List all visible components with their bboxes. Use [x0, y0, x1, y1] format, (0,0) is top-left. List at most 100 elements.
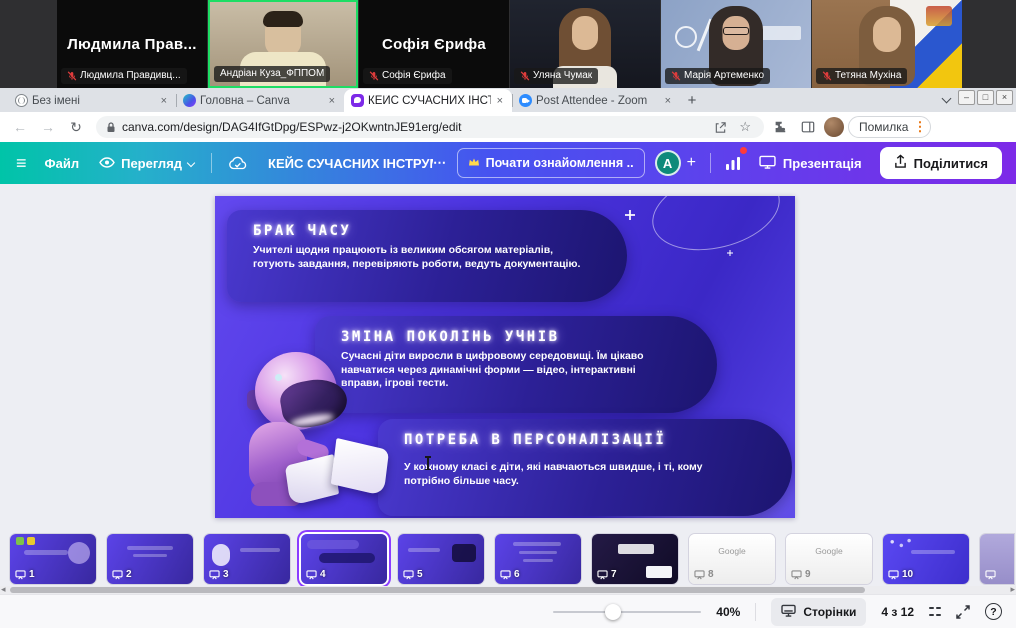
slide-thumbnail-11[interactable] [980, 534, 1014, 584]
add-member-button[interactable]: + [685, 148, 704, 178]
scroll-right-icon[interactable]: ▸ [1010, 584, 1015, 595]
zoom-app-icon [519, 94, 532, 107]
reload-icon[interactable]: ↻ [64, 115, 88, 139]
slide-thumbnail-10[interactable]: 10 [883, 534, 969, 584]
tab-close-icon[interactable]: × [495, 95, 505, 107]
canva-doc-icon [351, 94, 364, 107]
slide-thumbnail-2[interactable]: 2 [107, 534, 193, 584]
muted-mic-icon [671, 71, 681, 81]
card-body[interactable]: Учителі щодня працюють із великим обсяго… [253, 244, 581, 271]
participant-tile-active-speaker[interactable]: Андріан Куза_ФППОМ [208, 0, 358, 88]
tab-close-icon[interactable]: × [663, 95, 673, 107]
participant-name-tag: Уляна Чумак [514, 68, 598, 84]
notification-dot [740, 147, 747, 154]
upload-share-icon [894, 154, 907, 172]
scroll-left-icon[interactable]: ◂ [1, 584, 6, 595]
slide-thumbnail-5[interactable]: 5 [398, 534, 484, 584]
zoom-participant-strip: Людмила Прав... Людмила Правдивц... Андр… [0, 0, 1016, 88]
zoom-slider-thumb[interactable] [605, 604, 621, 620]
participant-tile[interactable]: Тетяна Мухіна [812, 0, 962, 88]
document-title[interactable]: КЕЙС СУЧАСНИХ ІНСТРУМЕНТ... [258, 148, 433, 178]
url-field[interactable]: canva.com/design/DAG4IfGtDpg/ESPwz-j2OKw… [96, 116, 764, 138]
view-menu-button[interactable]: Перегляд [89, 148, 205, 178]
url-text: canva.com/design/DAG4IfGtDpg/ESPwz-j2OKw… [122, 120, 705, 134]
bookmark-star-icon[interactable]: ☆ [736, 119, 754, 135]
browser-error-menu-button[interactable]: Помилка ⋮ [848, 116, 931, 138]
filmstrip-scrollbar[interactable]: ◂ ▸ [0, 586, 1016, 594]
slide-card-time[interactable]: БРАК ЧАСУ Учителі щодня працюють із вели… [227, 210, 627, 302]
background-logo [675, 26, 697, 48]
tab-close-icon[interactable]: × [159, 95, 169, 107]
open-book-illustration [287, 444, 391, 508]
share-button[interactable]: Поділитися [880, 147, 1002, 179]
muted-mic-icon [369, 71, 379, 81]
muted-mic-icon [67, 71, 77, 81]
slide-thumbnail-6[interactable]: 6 [495, 534, 581, 584]
slide-thumbnail-8[interactable]: Google 8 [689, 534, 775, 584]
pages-icon [781, 604, 796, 620]
slide-number-badge: 7 [597, 569, 617, 580]
text-cursor [423, 456, 432, 470]
card-body[interactable]: У кожному класі є діти, які навчаються ш… [404, 461, 746, 488]
participant-tile[interactable]: Софія Єрифа Софія Єрифа [359, 0, 509, 88]
page-indicator: 4 з 12 [881, 605, 914, 619]
decorative-ellipse [644, 196, 788, 263]
slide-thumbnail-9[interactable]: Google 9 [786, 534, 872, 584]
more-icon[interactable]: ⋯ [433, 155, 446, 171]
grid-view-icon[interactable] [929, 606, 941, 618]
slide-page[interactable]: БРАК ЧАСУ Учителі щодня працюють із вели… [215, 196, 795, 518]
globe-icon [15, 94, 28, 107]
insights-chart-button[interactable] [717, 148, 749, 178]
present-button[interactable]: Презентація [749, 148, 872, 178]
card-title[interactable]: БРАК ЧАСУ [253, 223, 581, 239]
slide-number-badge: 6 [500, 569, 520, 580]
window-restore-button[interactable]: □ [977, 90, 994, 105]
slide-thumbnail-3[interactable]: 3 [204, 534, 290, 584]
card-title[interactable]: ПОТРЕБА В ПЕРСОНАЛІЗАЦІЇ [404, 432, 746, 448]
hamburger-menu-icon[interactable]: ≡ [14, 148, 35, 178]
browser-profile-avatar[interactable] [824, 117, 844, 137]
onboarding-button[interactable]: Почати ознайомлення .. [457, 148, 645, 178]
window-minimize-button[interactable]: – [958, 90, 975, 105]
zoom-slider[interactable] [553, 611, 701, 613]
forward-icon[interactable]: → [36, 115, 60, 139]
participant-name-tag: Людмила Правдивц... [61, 68, 187, 84]
slide-card-personalization[interactable]: ПОТРЕБА В ПЕРСОНАЛІЗАЦІЇ У кожному класі… [378, 419, 792, 516]
lock-icon [106, 122, 116, 133]
tab-untitled[interactable]: Без імені × [8, 89, 176, 112]
back-icon[interactable]: ← [8, 115, 32, 139]
participant-tile[interactable]: Уляна Чумак [510, 0, 660, 88]
muted-mic-icon [822, 71, 832, 81]
file-menu-button[interactable]: Файл [35, 148, 90, 178]
share-page-icon[interactable] [711, 121, 730, 134]
tab-list-chevron-icon[interactable] [942, 94, 950, 102]
help-icon[interactable]: ? [985, 603, 1002, 620]
fullscreen-icon[interactable] [956, 605, 970, 619]
window-controls: – □ × [958, 90, 1013, 105]
eye-icon [99, 156, 115, 171]
browser-tab-bar: Без імені × Головна – Canva × КЕЙС СУЧАС… [0, 88, 1016, 112]
tab-canva-home[interactable]: Головна – Canva × [176, 89, 344, 112]
tab-close-icon[interactable]: × [327, 95, 337, 107]
new-tab-button[interactable]: + [680, 89, 704, 112]
participant-tile[interactable]: Марія Артеменко [661, 0, 811, 88]
slide-thumbnail-1[interactable]: 1 [10, 534, 96, 584]
tab-canva-design-active[interactable]: КЕЙС СУЧАСНИХ ІНСТРУМЕНТІ × [344, 89, 512, 112]
slide-thumbnail-4-selected[interactable]: 4 [301, 534, 387, 584]
scrollbar-thumb[interactable] [10, 587, 865, 593]
extensions-puzzle-icon[interactable] [768, 115, 792, 139]
pages-button[interactable]: Сторінки [771, 598, 866, 626]
canva-user-avatar[interactable]: A [655, 150, 681, 176]
side-panel-icon[interactable] [796, 115, 820, 139]
slide-filmstrip: 1 2 3 4 5 6 7 Google 8 Google 9 [0, 532, 1016, 586]
participant-name-tag: Тетяна Мухіна [816, 68, 907, 84]
card-title[interactable]: ЗМІНА ПОКОЛІНЬ УЧНІВ [341, 329, 671, 345]
participant-tile[interactable]: Людмила Прав... Людмила Правдивц... [57, 0, 207, 88]
canva-home-icon [183, 94, 196, 107]
window-close-button[interactable]: × [996, 90, 1013, 105]
slide-thumbnail-7[interactable]: 7 [592, 534, 678, 584]
slide-number-badge: 9 [791, 569, 811, 580]
tab-zoom[interactable]: Post Attendee - Zoom × [512, 89, 680, 112]
robot-illustration[interactable] [223, 348, 393, 518]
chevron-down-icon [188, 160, 195, 167]
